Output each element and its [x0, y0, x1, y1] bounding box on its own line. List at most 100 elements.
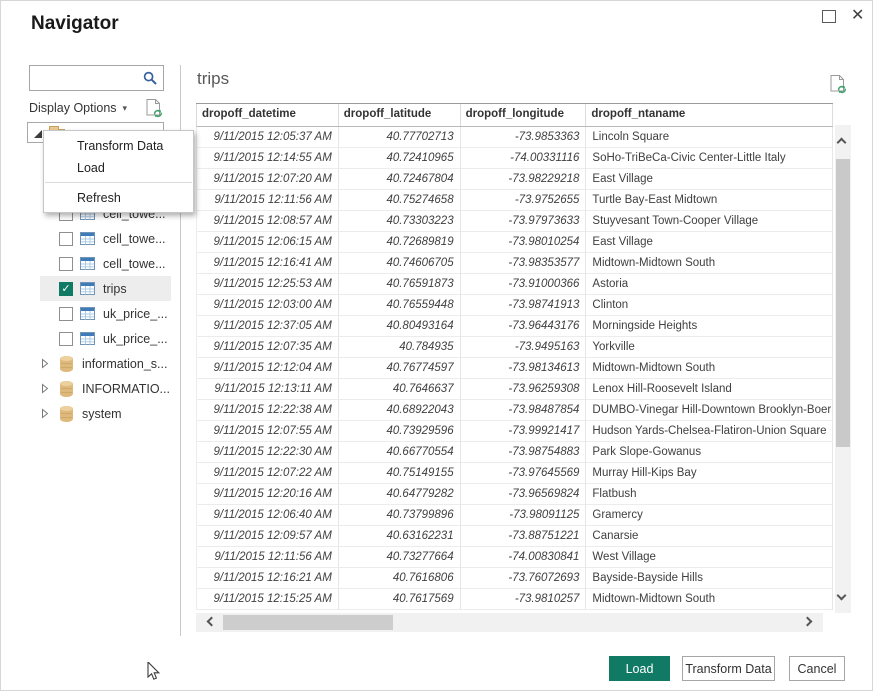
table-cell: -73.98010254	[461, 232, 587, 253]
table-cell: 9/11/2015 12:07:20 AM	[197, 169, 339, 190]
checkbox[interactable]	[59, 257, 73, 271]
table-cell: 40.7646637	[339, 379, 461, 400]
checkbox[interactable]	[59, 307, 73, 321]
table-cell: -73.88751221	[461, 526, 587, 547]
close-icon[interactable]: ✕	[851, 5, 864, 27]
search-box[interactable]	[29, 65, 164, 91]
table-row: 9/11/2015 12:14:55 AM40.72410965-74.0033…	[196, 148, 833, 169]
table-cell: 40.68922043	[339, 400, 461, 421]
table-row: 9/11/2015 12:22:38 AM40.68922043-73.9848…	[196, 400, 833, 421]
vertical-scrollbar-thumb[interactable]	[836, 159, 850, 447]
table-cell: East Village	[586, 232, 833, 253]
column-header: dropoff_datetime	[197, 104, 339, 126]
navigator-dialog: Navigator ✕ Display Options▾	[0, 0, 873, 691]
table-cell: 9/11/2015 12:20:16 AM	[197, 484, 339, 505]
tree-item-database[interactable]: system	[27, 401, 171, 426]
tree-item-table[interactable]: cell_towe...	[27, 251, 171, 276]
checkbox[interactable]: ✓	[59, 282, 73, 296]
table-row: 9/11/2015 12:08:57 AM40.73303223-73.9797…	[196, 211, 833, 232]
table-row: 9/11/2015 12:20:16 AM40.64779282-73.9656…	[196, 484, 833, 505]
table-cell: 40.76591873	[339, 274, 461, 295]
table-row: 9/11/2015 12:16:41 AM40.74606705-73.9835…	[196, 253, 833, 274]
table-cell: 40.75274658	[339, 190, 461, 211]
checkbox[interactable]	[59, 232, 73, 246]
table-row: 9/11/2015 12:22:30 AM40.66770554-73.9875…	[196, 442, 833, 463]
context-menu: Transform DataLoad Refresh	[43, 130, 194, 213]
table-row: 9/11/2015 12:25:53 AM40.76591873-73.9100…	[196, 274, 833, 295]
table-cell: -73.98741913	[461, 295, 587, 316]
context-menu-item[interactable]: Load	[44, 157, 193, 179]
tree-item-database[interactable]: information_s...	[27, 351, 171, 376]
refresh-preview-icon[interactable]	[829, 74, 848, 95]
table-cell: 40.76774597	[339, 358, 461, 379]
table-row: 9/11/2015 12:37:05 AM40.80493164-73.9644…	[196, 316, 833, 337]
table-cell: 40.7617569	[339, 589, 461, 610]
table-cell: 40.784935	[339, 337, 461, 358]
scroll-down-icon[interactable]	[837, 591, 847, 601]
table-cell: Lincoln Square	[586, 127, 833, 148]
scroll-left-icon[interactable]	[207, 617, 217, 627]
table-icon	[80, 232, 95, 245]
database-icon	[60, 406, 73, 422]
tree-item-table[interactable]: uk_price_...	[27, 326, 171, 351]
table-cell: -74.00830841	[461, 547, 587, 568]
load-button[interactable]: Load	[609, 656, 670, 681]
table-cell: -73.98229218	[461, 169, 587, 190]
table-row: 9/11/2015 12:07:35 AM40.784935-73.949516…	[196, 337, 833, 358]
table-row: 9/11/2015 12:06:40 AM40.73799896-73.9809…	[196, 505, 833, 526]
tree-item-label: uk_price_...	[103, 307, 168, 321]
table-cell: Midtown-Midtown South	[586, 358, 833, 379]
context-menu-item[interactable]: Refresh	[44, 187, 193, 209]
table-cell: 9/11/2015 12:16:41 AM	[197, 253, 339, 274]
horizontal-scrollbar[interactable]	[196, 613, 823, 632]
table-cell: 40.72467804	[339, 169, 461, 190]
tree-item-table[interactable]: cell_towe...	[27, 226, 171, 251]
table-cell: 9/11/2015 12:16:21 AM	[197, 568, 339, 589]
table-cell: 40.75149155	[339, 463, 461, 484]
chevron-right-icon[interactable]	[41, 358, 49, 369]
table-cell: 9/11/2015 12:25:53 AM	[197, 274, 339, 295]
display-options-dropdown[interactable]: Display Options▾	[29, 101, 127, 115]
table-cell: -73.98091125	[461, 505, 587, 526]
maximize-icon[interactable]	[822, 10, 836, 23]
chevron-right-icon[interactable]	[41, 408, 49, 419]
table-row: 9/11/2015 12:05:37 AM40.77702713-73.9853…	[196, 127, 833, 148]
table-cell: 40.76559448	[339, 295, 461, 316]
table-icon	[80, 282, 95, 295]
dialog-title: Navigator	[31, 13, 119, 35]
tree-item-table[interactable]: ✓ trips	[40, 276, 171, 301]
table-cell: West Village	[586, 547, 833, 568]
table-cell: East Village	[586, 169, 833, 190]
chevron-down-icon: ▾	[123, 103, 128, 113]
cancel-button[interactable]: Cancel	[789, 656, 845, 681]
table-row: 9/11/2015 12:15:25 AM40.7617569-73.98102…	[196, 589, 833, 610]
table-cell: 9/11/2015 12:11:56 AM	[197, 190, 339, 211]
table-cell: SoHo-TriBeCa-Civic Center-Little Italy	[586, 148, 833, 169]
scroll-up-icon[interactable]	[837, 138, 847, 148]
tree-item-label: cell_towe...	[103, 232, 166, 246]
column-header: dropoff_ntaname	[586, 104, 833, 126]
mouse-cursor	[147, 662, 161, 682]
table-cell: Bayside-Bayside Hills	[586, 568, 833, 589]
tree-item-label: system	[82, 407, 122, 421]
preview-table: dropoff_datetimedropoff_latitude dropoff_…	[196, 103, 833, 610]
transform-data-button[interactable]: Transform Data	[682, 656, 775, 681]
scroll-right-icon[interactable]	[803, 617, 813, 627]
tree-item-database[interactable]: INFORMATIO...	[27, 376, 171, 401]
column-header: dropoff_latitude	[339, 104, 461, 126]
search-input[interactable]	[34, 68, 140, 88]
expand-collapse-icon[interactable]	[33, 129, 43, 139]
table-cell: -73.98754883	[461, 442, 587, 463]
refresh-schema-icon[interactable]	[145, 98, 164, 119]
context-menu-item[interactable]: Transform Data	[44, 135, 193, 157]
table-row: 9/11/2015 12:06:15 AM40.72689819-73.9801…	[196, 232, 833, 253]
vertical-scrollbar[interactable]	[835, 125, 851, 613]
checkbox[interactable]	[59, 332, 73, 346]
table-cell: 9/11/2015 12:37:05 AM	[197, 316, 339, 337]
table-cell: 9/11/2015 12:06:40 AM	[197, 505, 339, 526]
horizontal-scrollbar-thumb[interactable]	[223, 615, 393, 630]
chevron-right-icon[interactable]	[41, 383, 49, 394]
table-cell: 40.7616806	[339, 568, 461, 589]
database-icon	[60, 381, 73, 397]
tree-item-table[interactable]: uk_price_...	[27, 301, 171, 326]
